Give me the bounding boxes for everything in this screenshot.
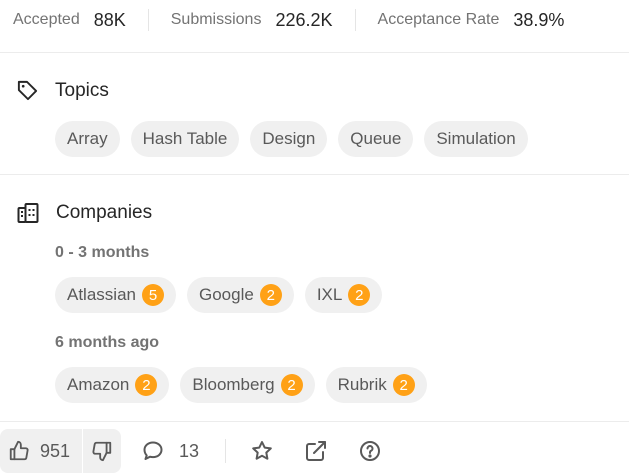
divider <box>225 439 227 463</box>
company-chip[interactable]: IXL 2 <box>304 277 383 313</box>
count-badge: 2 <box>259 284 282 306</box>
topics-list: Array Hash Table Design Queue Simulation <box>55 121 528 157</box>
divider <box>147 9 149 31</box>
period-label: 6 months ago <box>55 334 160 351</box>
topic-chip[interactable]: Design <box>250 121 328 157</box>
building-icon <box>16 201 40 225</box>
external-link-icon <box>304 439 328 463</box>
stats-row: Accepted 88K Submissions 226.2K Acceptan… <box>0 0 629 40</box>
company-name: IXL <box>316 285 343 304</box>
stat-value: 38.9% <box>513 9 565 30</box>
stat-accepted: Accepted 88K <box>13 10 126 31</box>
companies-title: Companies <box>56 202 153 223</box>
stat-acceptance-rate: Acceptance Rate 38.9% <box>378 10 565 31</box>
help-button[interactable] <box>356 437 384 465</box>
companies-header[interactable]: Companies <box>16 201 152 225</box>
stat-label: Accepted <box>13 11 80 28</box>
tag-icon <box>16 79 39 102</box>
section-divider <box>0 52 629 53</box>
company-chip[interactable]: Atlassian 5 <box>55 277 176 313</box>
comment-icon <box>141 439 165 463</box>
count-badge: 2 <box>392 374 415 396</box>
dislike-button[interactable] <box>83 429 122 473</box>
divider <box>354 9 356 31</box>
topic-label: Queue <box>350 129 402 148</box>
like-button[interactable]: 951 <box>0 429 83 473</box>
action-bar: 951 13 <box>0 429 629 473</box>
company-name: Atlassian <box>67 285 136 304</box>
company-name: Rubrik <box>337 375 387 394</box>
comment-count: 13 <box>179 440 200 461</box>
company-name: Amazon <box>67 375 130 394</box>
share-button[interactable] <box>302 437 330 465</box>
company-chip[interactable]: Bloomberg 2 <box>180 367 315 403</box>
company-list: Atlassian 5 Google 2 IXL 2 <box>55 277 383 313</box>
count-badge: 2 <box>348 284 371 306</box>
star-icon <box>250 439 274 463</box>
topic-chip[interactable]: Simulation <box>424 121 528 157</box>
topics-header[interactable]: Topics <box>16 79 109 102</box>
stat-value: 88K <box>93 9 126 30</box>
like-count: 951 <box>40 440 71 461</box>
topic-label: Array <box>67 129 108 148</box>
question-circle-icon <box>358 439 382 463</box>
count-badge: 5 <box>141 284 164 306</box>
period-label: 0 - 3 months <box>55 244 150 261</box>
comments-button[interactable]: 13 <box>141 439 199 463</box>
topic-label: Hash Table <box>142 129 228 148</box>
stat-submissions: Submissions 226.2K <box>171 10 333 31</box>
company-list: Amazon 2 Bloomberg 2 Rubrik 2 <box>55 367 427 403</box>
count-badge: 2 <box>280 374 303 396</box>
company-chip[interactable]: Rubrik 2 <box>325 367 427 403</box>
stat-label: Submissions <box>170 11 262 28</box>
company-chip[interactable]: Amazon 2 <box>55 367 170 403</box>
topic-label: Design <box>262 129 316 148</box>
count-badge: 2 <box>135 374 158 396</box>
section-divider <box>0 174 629 175</box>
stat-value: 226.2K <box>275 9 333 30</box>
topics-title: Topics <box>55 79 109 101</box>
topic-label: Simulation <box>436 129 516 148</box>
company-chip[interactable]: Google 2 <box>186 277 294 313</box>
thumbs-down-icon <box>91 440 113 462</box>
topic-chip[interactable]: Hash Table <box>130 121 240 157</box>
favorite-button[interactable] <box>248 437 276 465</box>
company-name: Bloomberg <box>192 375 275 394</box>
company-name: Google <box>198 285 254 304</box>
topic-chip[interactable]: Queue <box>338 121 414 157</box>
thumbs-up-icon <box>8 440 30 462</box>
section-divider <box>0 421 629 422</box>
vote-group: 951 <box>0 429 122 473</box>
topic-chip[interactable]: Array <box>55 121 120 157</box>
stat-label: Acceptance Rate <box>377 11 500 28</box>
